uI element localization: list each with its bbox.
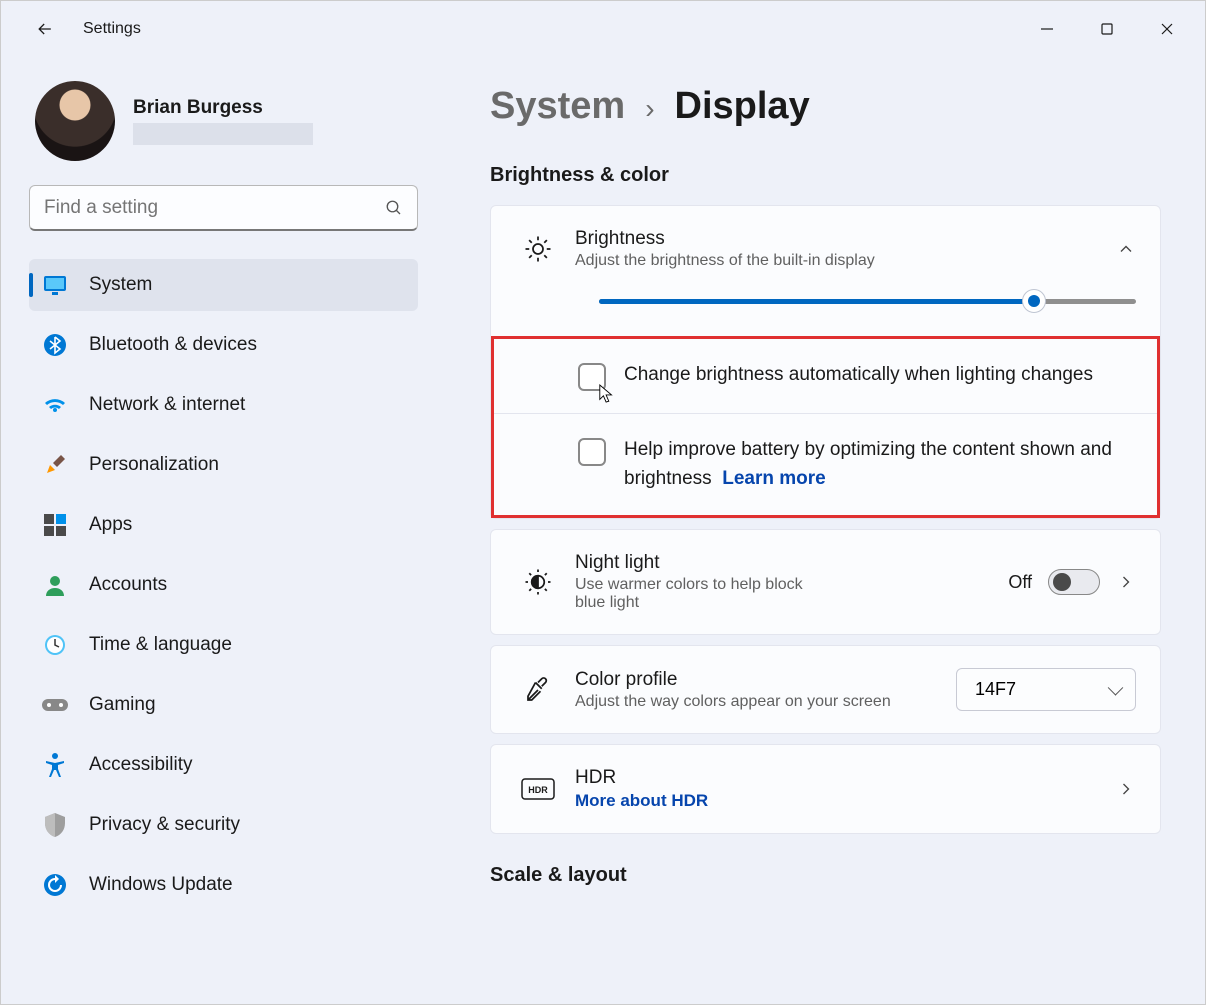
nav-label: Windows Update xyxy=(89,874,233,896)
battery-optimize-checkbox[interactable] xyxy=(578,438,606,466)
hdr-card[interactable]: HDR HDR More about HDR xyxy=(490,744,1161,834)
sidebar-item-update[interactable]: Windows Update xyxy=(29,859,418,911)
learn-more-link[interactable]: Learn more xyxy=(722,468,825,489)
sidebar-item-personalization[interactable]: Personalization xyxy=(29,439,418,491)
profile-email-redacted xyxy=(133,123,313,145)
nav-list: System Bluetooth & devices Network & int… xyxy=(29,259,418,911)
sidebar-item-accessibility[interactable]: Accessibility xyxy=(29,739,418,791)
clock-icon xyxy=(41,631,69,659)
nav-label: Apps xyxy=(89,514,132,536)
nav-label: Personalization xyxy=(89,454,219,476)
brightness-slider[interactable] xyxy=(599,292,1136,310)
brush-icon xyxy=(41,451,69,479)
nav-label: Privacy & security xyxy=(89,814,240,836)
brightness-sub: Adjust the brightness of the built-in di… xyxy=(575,252,1116,270)
sidebar-item-privacy[interactable]: Privacy & security xyxy=(29,799,418,851)
back-button[interactable] xyxy=(25,9,65,49)
colorprofile-value: 14F7 xyxy=(975,679,1016,699)
sidebar-item-gaming[interactable]: Gaming xyxy=(29,679,418,731)
apps-icon xyxy=(41,511,69,539)
monitor-icon xyxy=(41,271,69,299)
nightlight-title: Night light xyxy=(575,552,1008,574)
eyedropper-icon xyxy=(515,675,561,705)
shield-icon xyxy=(41,811,69,839)
nightlight-card[interactable]: Night light Use warmer colors to help bl… xyxy=(490,529,1161,635)
hdr-title: HDR xyxy=(575,767,1116,789)
colorprofile-card: Color profile Adjust the way colors appe… xyxy=(490,645,1161,734)
search-icon xyxy=(385,199,403,217)
sidebar-item-system[interactable]: System xyxy=(29,259,418,311)
highlight-annotation: Change brightness automatically when lig… xyxy=(491,336,1160,518)
gamepad-icon xyxy=(41,691,69,719)
nav-label: Accessibility xyxy=(89,754,192,776)
minimize-icon xyxy=(1040,22,1054,36)
auto-brightness-row: Change brightness automatically when lig… xyxy=(494,339,1157,413)
avatar xyxy=(35,81,115,161)
sidebar-item-accounts[interactable]: Accounts xyxy=(29,559,418,611)
sidebar: Brian Burgess System Bluetooth & devices… xyxy=(1,57,446,1004)
chevron-right-icon xyxy=(1116,779,1136,799)
battery-optimize-row: Help improve battery by optimizing the c… xyxy=(494,413,1157,515)
brightness-header[interactable]: Brightness Adjust the brightness of the … xyxy=(491,206,1160,292)
hdr-link[interactable]: More about HDR xyxy=(575,791,1116,811)
accessibility-icon xyxy=(41,751,69,779)
person-icon xyxy=(41,571,69,599)
battery-optimize-label: Help improve battery by optimizing the c… xyxy=(624,436,1133,493)
nightlight-state: Off xyxy=(1008,572,1032,593)
search-input[interactable] xyxy=(44,197,385,219)
colorprofile-sub: Adjust the way colors appear on your scr… xyxy=(575,693,895,711)
maximize-icon xyxy=(1100,22,1114,36)
chevron-up-icon xyxy=(1116,239,1136,259)
chevron-right-icon xyxy=(1116,572,1136,592)
section-scale-layout: Scale & layout xyxy=(490,864,1161,887)
nav-label: Accounts xyxy=(89,574,167,596)
auto-brightness-label: Change brightness automatically when lig… xyxy=(624,361,1093,390)
bluetooth-icon xyxy=(41,331,69,359)
brightness-expand[interactable] xyxy=(1116,239,1136,259)
colorprofile-title: Color profile xyxy=(575,669,956,691)
nightlight-icon xyxy=(515,567,561,597)
nav-label: Bluetooth & devices xyxy=(89,334,257,356)
sidebar-item-bluetooth[interactable]: Bluetooth & devices xyxy=(29,319,418,371)
nightlight-sub: Use warmer colors to help block blue lig… xyxy=(575,576,805,612)
update-icon xyxy=(41,871,69,899)
sidebar-item-time[interactable]: Time & language xyxy=(29,619,418,671)
brightness-card: Brightness Adjust the brightness of the … xyxy=(490,205,1161,519)
chevron-right-icon: › xyxy=(645,93,654,125)
profile-block[interactable]: Brian Burgess xyxy=(29,81,418,161)
breadcrumb: System › Display xyxy=(490,85,1161,128)
breadcrumb-current: Display xyxy=(675,85,810,128)
arrow-left-icon xyxy=(35,19,55,39)
section-brightness-color: Brightness & color xyxy=(490,164,1161,187)
brightness-title: Brightness xyxy=(575,228,1116,250)
maximize-button[interactable] xyxy=(1077,9,1137,49)
sun-icon xyxy=(515,234,561,264)
minimize-button[interactable] xyxy=(1017,9,1077,49)
sidebar-item-network[interactable]: Network & internet xyxy=(29,379,418,431)
breadcrumb-parent[interactable]: System xyxy=(490,85,625,128)
nav-label: Network & internet xyxy=(89,394,245,416)
search-box[interactable] xyxy=(29,185,418,231)
svg-text:HDR: HDR xyxy=(528,785,548,795)
slider-fill xyxy=(599,299,1034,304)
colorprofile-select[interactable]: 14F7 xyxy=(956,668,1136,711)
hdr-icon: HDR xyxy=(515,778,561,800)
nav-label: Time & language xyxy=(89,634,232,656)
sidebar-item-apps[interactable]: Apps xyxy=(29,499,418,551)
profile-name: Brian Burgess xyxy=(133,97,313,119)
close-icon xyxy=(1160,22,1174,36)
nav-label: Gaming xyxy=(89,694,156,716)
main-content: System › Display Brightness & color Brig… xyxy=(446,57,1205,1004)
wifi-icon xyxy=(41,391,69,419)
close-button[interactable] xyxy=(1137,9,1197,49)
cursor-icon xyxy=(598,383,616,405)
battery-optimize-text: Help improve battery by optimizing the c… xyxy=(624,439,1112,489)
nav-label: System xyxy=(89,274,152,296)
slider-thumb[interactable] xyxy=(1022,289,1046,313)
nightlight-toggle[interactable] xyxy=(1048,569,1100,595)
window-title: Settings xyxy=(83,20,141,38)
